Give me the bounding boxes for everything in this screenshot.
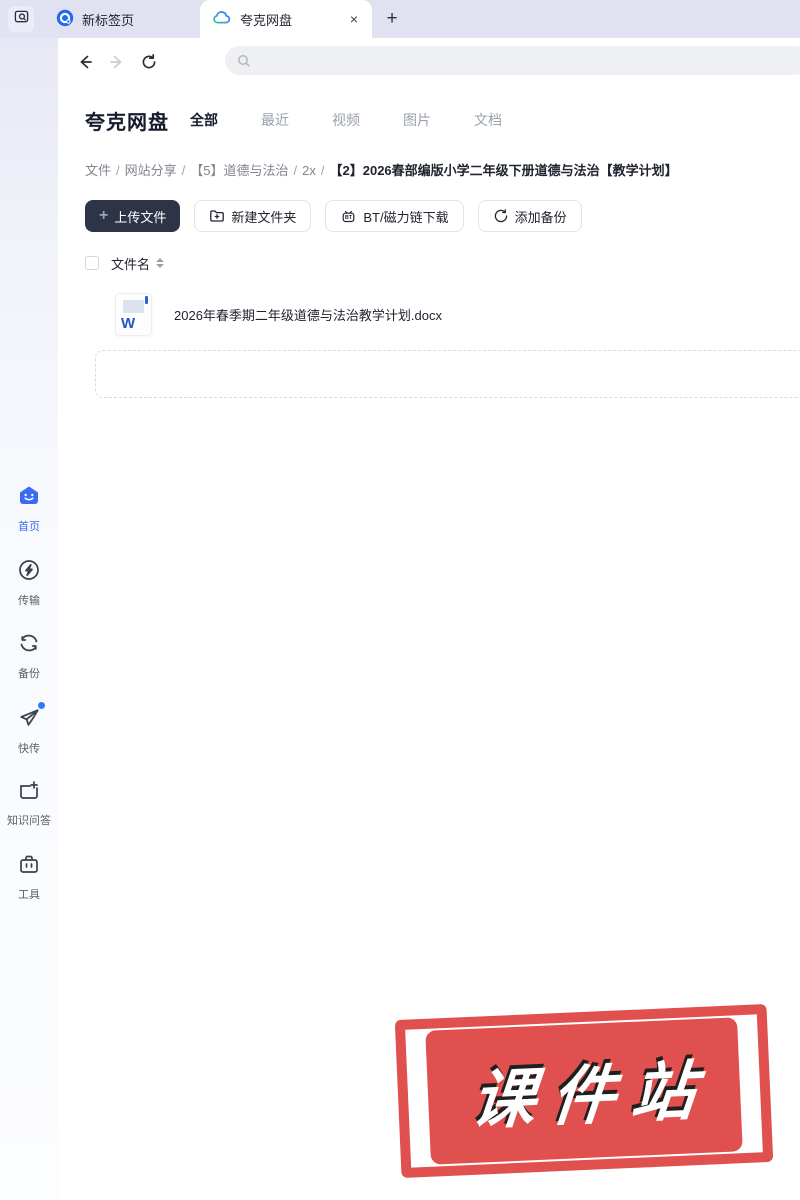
browser-tab-quark-drive[interactable]: 夸克网盘 × [200, 0, 372, 38]
tab-documents[interactable]: 文档 [474, 110, 502, 130]
back-arrow-icon [80, 55, 92, 69]
notification-badge [37, 702, 45, 709]
bt-download-label: BT/磁力链下载 [363, 209, 449, 225]
sidebar-item-label: 知识问答 [7, 815, 51, 827]
home-smile-icon [16, 482, 42, 513]
column-header-filename: 文件名 [111, 256, 151, 272]
quick-send-icon [17, 702, 45, 735]
browser-nav-row [58, 38, 800, 88]
sidebar-item-backup[interactable]: 备份 [0, 631, 58, 681]
folder-plus-icon [210, 210, 225, 222]
main-content: 夸克网盘 全部 最近 视频 图片 文档 文件 / 网站分享 / 【5】道德与法治 / 2x /… [58, 38, 800, 1200]
select-all-checkbox[interactable] [85, 256, 99, 270]
browser-tab-new-tab-page[interactable]: 新标签页 [44, 0, 194, 38]
breadcrumb-item[interactable]: 网站分享 [125, 163, 177, 178]
breadcrumb-item[interactable]: 2x [302, 163, 316, 178]
breadcrumb-current: 【2】2026春部编版小学二年级下册道德与法治【教学计划】 [329, 163, 678, 178]
sidebar-item-label: 快传 [18, 743, 40, 755]
upload-file-button[interactable]: + 上传文件 [85, 200, 181, 232]
forward-arrow-icon [110, 55, 122, 69]
page-title: 夸克网盘 [85, 112, 169, 134]
sidebar-item-knowledge-qa[interactable]: 知识问答 [0, 778, 58, 828]
tab-recent[interactable]: 最近 [261, 110, 289, 130]
refresh-button[interactable] [138, 51, 160, 73]
search-icon [238, 54, 250, 67]
tab-all[interactable]: 全部 [190, 110, 218, 130]
file-row[interactable]: W 2026年春季期二年级道德与法治教学计划.docx [85, 288, 785, 340]
upload-dropzone[interactable] [95, 350, 800, 398]
sort-icon[interactable] [156, 258, 165, 268]
tab-search-button[interactable] [8, 6, 34, 32]
tab-label: 新标签页 [82, 12, 135, 28]
bt-download-icon: BT [342, 210, 355, 222]
add-backup-label: 添加备份 [514, 209, 567, 225]
file-table-header: 文件名 [85, 253, 165, 273]
quark-browser-logo-icon [56, 9, 74, 30]
sidebar-item-tools[interactable]: 工具 [0, 852, 58, 902]
breadcrumb-separator: / [293, 163, 298, 178]
tab-videos[interactable]: 视频 [332, 110, 360, 130]
toolbox-icon [17, 852, 41, 881]
new-folder-label: 新建文件夹 [231, 209, 297, 225]
sidebar-item-transfer[interactable]: 传输 [0, 558, 58, 608]
quark-drive-cloud-icon [212, 8, 232, 31]
sidebar-item-label: 备份 [18, 668, 40, 680]
left-sidebar: 首页 传输 备份 快传 知识问答 工具 [0, 38, 58, 1200]
backup-circle-icon [494, 209, 507, 223]
transfer-icon [17, 558, 41, 587]
breadcrumb-separator: / [320, 163, 325, 178]
sidebar-item-label: 首页 [18, 521, 40, 533]
back-button[interactable] [74, 51, 96, 73]
plus-icon: + [99, 207, 109, 224]
backup-sync-icon [17, 631, 41, 660]
breadcrumb-separator: / [181, 163, 186, 178]
new-tab-button[interactable]: + [380, 7, 404, 31]
forward-button[interactable] [106, 51, 128, 73]
browser-tab-bar: 新标签页 夸克网盘 × + [0, 0, 800, 38]
toolbar: + 上传文件 新建文件夹 BT BT/磁力链下载 添加备份 [85, 200, 582, 232]
knowledge-qa-icon [17, 778, 41, 807]
address-search-bar[interactable] [225, 46, 800, 75]
tab-images[interactable]: 图片 [403, 110, 431, 130]
view-tabs: 全部 最近 视频 图片 文档 [190, 110, 502, 130]
sidebar-item-label: 工具 [18, 889, 40, 901]
refresh-icon [142, 53, 156, 69]
word-document-icon: W [115, 292, 152, 336]
sidebar-item-label: 传输 [18, 595, 40, 607]
upload-file-label: 上传文件 [114, 209, 167, 225]
sidebar-item-home[interactable]: 首页 [0, 482, 58, 534]
breadcrumb-item[interactable]: 【5】道德与法治 [190, 163, 288, 178]
svg-text:BT: BT [345, 215, 353, 221]
breadcrumb: 文件 / 网站分享 / 【5】道德与法治 / 2x / 【2】2026春部编版小学二年级下册道德… [85, 160, 678, 179]
new-folder-button[interactable]: 新建文件夹 [194, 200, 312, 232]
tab-search-icon [14, 9, 29, 29]
tab-close-icon[interactable]: × [348, 11, 360, 27]
sidebar-item-quick-send[interactable]: 快传 [0, 702, 58, 756]
add-backup-button[interactable]: 添加备份 [477, 200, 582, 232]
tab-label: 夸克网盘 [240, 12, 293, 28]
breadcrumb-separator: / [116, 163, 120, 178]
bt-magnet-download-button[interactable]: BT BT/磁力链下载 [325, 200, 464, 232]
file-name: 2026年春季期二年级道德与法治教学计划.docx [174, 307, 442, 323]
breadcrumb-item[interactable]: 文件 [85, 163, 111, 178]
